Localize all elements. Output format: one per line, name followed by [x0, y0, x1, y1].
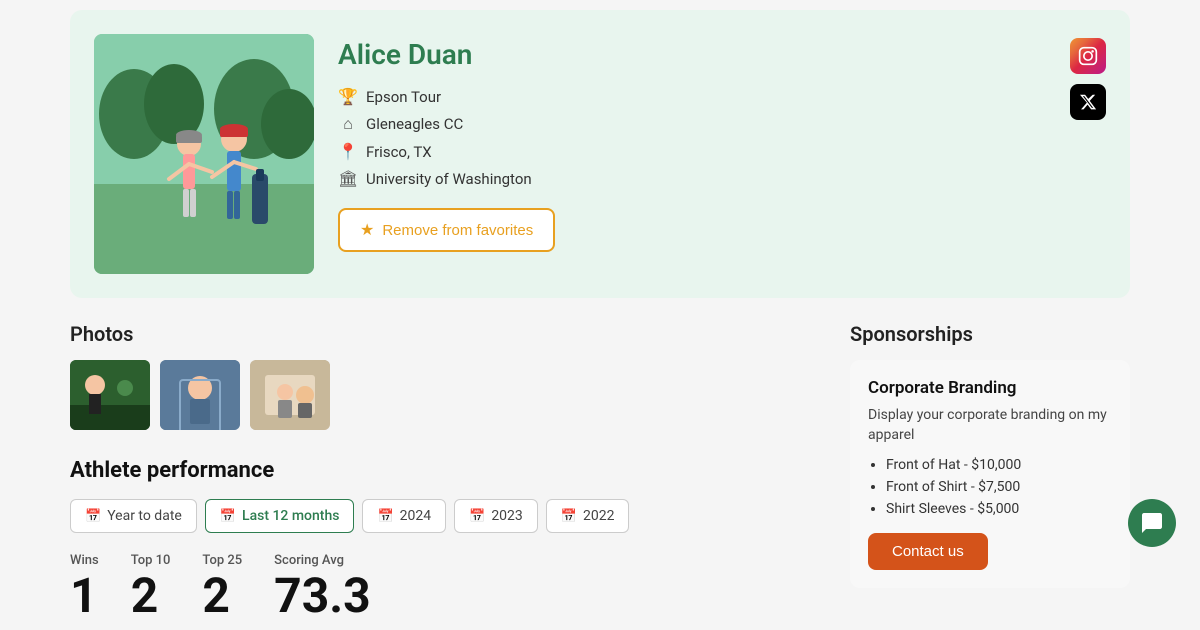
sponsorship-card-title: Corporate Branding: [868, 378, 1112, 398]
university-label: University of Washington: [366, 170, 532, 188]
tab-ytd-label: Year to date: [107, 508, 182, 524]
tab-last-12-months[interactable]: 📅 Last 12 months: [205, 499, 355, 533]
sponsorship-item-1: Front of Hat - $10,000: [886, 457, 1112, 473]
wins-value: 1: [70, 572, 98, 620]
tab-12m-label: Last 12 months: [242, 508, 339, 524]
tab-2022[interactable]: 📅 2022: [546, 499, 630, 533]
remove-favorites-button[interactable]: ★ Remove from favorites: [338, 208, 555, 252]
remove-favorites-label: Remove from favorites: [382, 222, 533, 239]
tab-year-to-date[interactable]: 📅 Year to date: [70, 499, 197, 533]
contact-us-button[interactable]: Contact us: [868, 533, 988, 570]
profile-card: Alice Duan 🏆 Epson Tour ⌂ Gleneagles CC …: [70, 10, 1130, 298]
top25-label: Top 25: [202, 553, 242, 568]
tab-2024[interactable]: 📅 2024: [362, 499, 446, 533]
location-label: Frisco, TX: [366, 143, 432, 161]
profile-metadata: 🏆 Epson Tour ⌂ Gleneagles CC 📍 Frisco, T…: [338, 87, 1030, 188]
period-tabs-container: 📅 Year to date 📅 Last 12 months 📅 2024 📅…: [70, 499, 818, 533]
profile-info-section: Alice Duan 🏆 Epson Tour ⌂ Gleneagles CC …: [338, 34, 1106, 252]
sponsorship-item-3: Shirt Sleeves - $5,000: [886, 501, 1112, 517]
calendar-icon-2022: 📅: [561, 509, 577, 524]
calendar-icon-12m: 📅: [220, 509, 236, 524]
profile-details-container: Alice Duan 🏆 Epson Tour ⌂ Gleneagles CC …: [338, 34, 1030, 252]
university-icon: 🏛: [338, 169, 358, 188]
location-row: 📍 Frisco, TX: [338, 142, 1030, 161]
social-links: [1070, 34, 1106, 252]
main-content: Photos: [70, 322, 1130, 620]
club-row: ⌂ Gleneagles CC: [338, 114, 1030, 134]
stat-wins: Wins 1: [70, 553, 99, 620]
tab-2023[interactable]: 📅 2023: [454, 499, 538, 533]
instagram-button[interactable]: [1070, 38, 1106, 74]
club-label: Gleneagles CC: [366, 115, 463, 133]
photo-thumbnail-2[interactable]: [160, 360, 240, 430]
top10-value: 2: [131, 572, 159, 620]
calendar-icon-ytd: 📅: [85, 509, 101, 524]
tour-row: 🏆 Epson Tour: [338, 87, 1030, 106]
tab-2024-label: 2024: [400, 508, 431, 524]
left-column: Photos: [70, 322, 818, 620]
profile-name: Alice Duan: [338, 38, 1030, 71]
sponsorship-list: Front of Hat - $10,000 Front of Shirt - …: [868, 457, 1112, 517]
top10-label: Top 10: [131, 553, 171, 568]
photos-section: Photos: [70, 322, 818, 430]
home-icon: ⌂: [338, 114, 358, 134]
stat-scoring-avg: Scoring Avg 73.3: [274, 553, 371, 620]
stat-top10: Top 10 2: [131, 553, 171, 620]
tab-2023-label: 2023: [491, 508, 522, 524]
tab-2022-label: 2022: [583, 508, 614, 524]
stat-top25: Top 25 2: [202, 553, 242, 620]
sponsorship-item-2: Front of Shirt - $7,500: [886, 479, 1112, 495]
tour-label: Epson Tour: [366, 88, 441, 106]
performance-title: Athlete performance: [70, 458, 818, 483]
sponsorship-description: Display your corporate branding on my ap…: [868, 406, 1112, 445]
sponsorship-card: Corporate Branding Display your corporat…: [850, 360, 1130, 588]
star-icon: ★: [360, 220, 374, 240]
twitter-x-button[interactable]: [1070, 84, 1106, 120]
stats-row: Wins 1 Top 10 2 Top 25 2 Scoring Avg 73.…: [70, 553, 818, 620]
chat-fab-button[interactable]: [1128, 499, 1176, 547]
sponsorships-title: Sponsorships: [850, 322, 1130, 346]
photos-grid: [70, 360, 818, 430]
photo-thumbnail-3[interactable]: [250, 360, 330, 430]
wins-label: Wins: [70, 553, 99, 568]
calendar-icon-2024: 📅: [377, 509, 393, 524]
scoring-avg-value: 73.3: [274, 572, 371, 620]
university-row: 🏛 University of Washington: [338, 169, 1030, 188]
calendar-icon-2023: 📅: [469, 509, 485, 524]
performance-section: Athlete performance 📅 Year to date 📅 Las…: [70, 458, 818, 620]
location-icon: 📍: [338, 142, 358, 161]
photo-thumbnail-1[interactable]: [70, 360, 150, 430]
trophy-icon: 🏆: [338, 87, 358, 106]
profile-image: [94, 34, 314, 274]
right-column: Sponsorships Corporate Branding Display …: [850, 322, 1130, 620]
scoring-avg-label: Scoring Avg: [274, 553, 344, 568]
photos-title: Photos: [70, 322, 818, 346]
top25-value: 2: [202, 572, 230, 620]
